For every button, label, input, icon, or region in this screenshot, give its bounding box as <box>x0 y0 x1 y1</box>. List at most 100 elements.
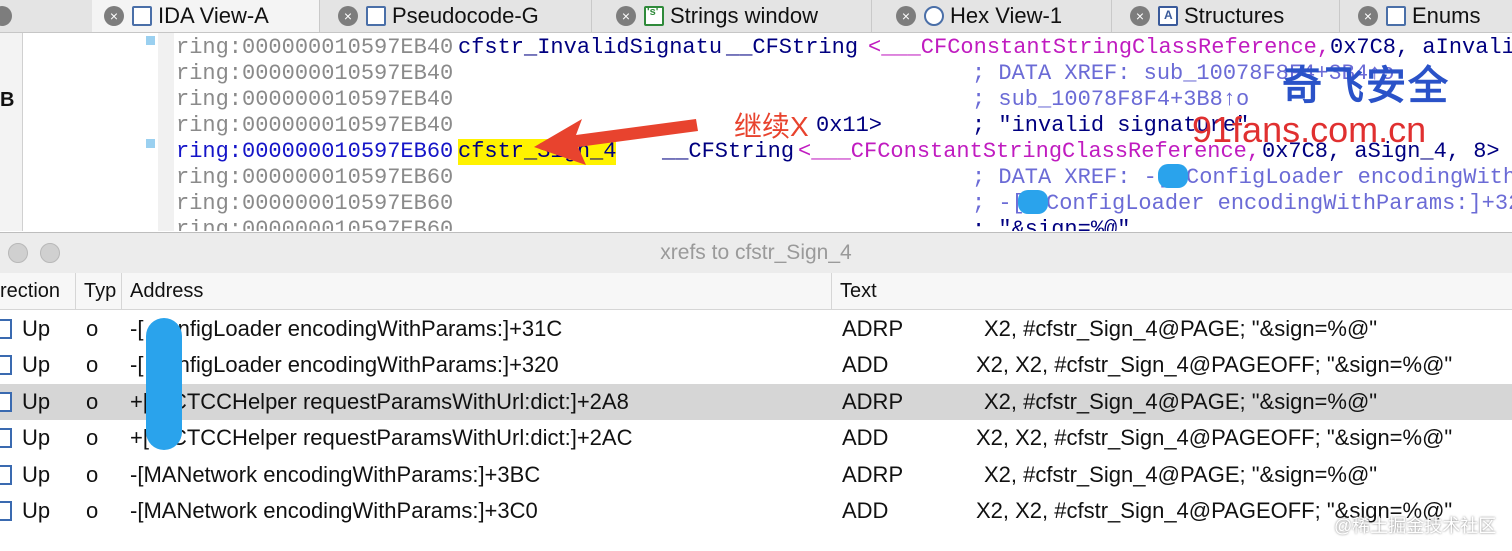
table-header: rection Typ Address Text <box>0 273 1512 310</box>
close-icon[interactable]: × <box>1130 6 1150 26</box>
xref-direction: Up <box>22 425 51 451</box>
comment: ; DATA XREF: -[ <box>972 165 1171 190</box>
redaction-mark <box>1158 164 1188 188</box>
type-name[interactable]: __CFString <box>726 35 858 61</box>
xref-direction: Up <box>22 352 51 378</box>
disasm-line[interactable]: ring:000000010597EB60 ; "&sign=%@" <box>176 217 1130 231</box>
enums-icon <box>1386 6 1406 26</box>
xref-type: o <box>86 425 99 451</box>
symbol-label[interactable]: cfstr_InvalidSignatu <box>458 35 722 61</box>
tab-pseudocode-g[interactable]: × Pseudocode-G <box>326 0 592 32</box>
address: ring:000000010597EB40 <box>176 113 454 138</box>
value: 0x11> <box>816 113 883 138</box>
xref-type: o <box>86 316 99 341</box>
class-ref[interactable]: <___CFConstantStringClassReference, <box>868 35 1330 61</box>
redaction-mark <box>1018 190 1048 214</box>
xref-direction: Up <box>22 461 51 487</box>
close-icon[interactable]: × <box>104 6 124 26</box>
breakpoint-marker[interactable] <box>146 36 155 45</box>
xref-row[interactable]: Up o -[ ConfigLoader encodingWithParams:]+… <box>0 311 1512 347</box>
xref-address: -[ ConfigLoader encodingWithParams:]+31C <box>130 316 563 341</box>
xref-row[interactable]: Up o +[ DCTCCHelper requestParamsWithUrl:d… <box>0 420 1512 456</box>
xref-row[interactable]: Up o -[MANetwork encodingWithParams:]+3C0 A… <box>0 493 1512 529</box>
tab-label: Enums <box>1412 3 1481 28</box>
gutter-text: B <box>0 89 15 111</box>
tab-label: Pseudocode-G <box>392 3 539 28</box>
column-label: Typ <box>84 280 117 302</box>
address: ring:000000010597EB60 <box>176 191 454 216</box>
xref-address: -[MANetwork encodingWithParams:]+3C0 <box>130 498 538 523</box>
comment: ; "&sign=%@" <box>972 217 1131 231</box>
tab-strings-window[interactable]: × Strings window <box>604 0 872 32</box>
strings-icon <box>644 6 664 26</box>
xref-operands: X2, #cfstr_Sign_4@PAGE; "&sign=%@" <box>984 388 1378 414</box>
comment: ConfigLoader encodingWithP <box>1186 165 1512 190</box>
xref-operands: X2, #cfstr_Sign_4@PAGE; "&sign=%@" <box>984 461 1378 487</box>
address: ring:000000010597EB40 <box>176 35 454 60</box>
xref-row[interactable]: Up o +[ DCTCCHelper requestParamsWithUrl:d… <box>0 383 1512 420</box>
left-gutter: B <box>0 33 23 231</box>
column-text[interactable]: Text <box>832 273 1512 309</box>
column-label: Address <box>130 280 204 302</box>
comment: ConfigLoader encodingWithParams:]+320 <box>1046 191 1512 216</box>
xref-icon <box>0 355 12 376</box>
xref-row[interactable]: Up o -[ ConfigLoader encodingWithParams:]+… <box>0 347 1512 383</box>
disasm-line-selected[interactable]: ring:000000010597EB60 cfstr_Sign_4 __CFS… <box>176 139 1500 165</box>
disasm-line[interactable]: ring:000000010597EB60 ; DATA XREF: -[ Co… <box>176 165 1512 191</box>
xref-type: o <box>86 388 99 414</box>
watermark-logo: 奇飞安全 <box>1282 64 1450 108</box>
address: ring:000000010597EB40 <box>176 87 454 112</box>
column-type[interactable]: Typ <box>76 273 122 309</box>
tab-label: Strings window <box>670 3 818 28</box>
xref-row[interactable]: Up o -[MANetwork encodingWithParams:]+3BC A… <box>0 457 1512 493</box>
column-address[interactable]: Address <box>122 273 832 309</box>
watermark-corner: @稀土掘金技术社区 <box>1334 516 1497 536</box>
close-icon[interactable]: × <box>616 6 636 26</box>
address: ring:000000010597EB60 <box>176 139 454 164</box>
xref-direction: Up <box>22 498 51 523</box>
close-icon[interactable]: × <box>1358 6 1378 26</box>
xref-icon <box>0 501 12 521</box>
xref-icon <box>0 319 12 339</box>
disasm-line[interactable]: ring:000000010597EB40 ; DATA XREF: sub_1… <box>176 61 1394 87</box>
xrefs-titlebar[interactable]: xrefs to cfstr_Sign_4 <box>0 232 1512 274</box>
xref-icon <box>0 391 12 412</box>
xref-icon <box>0 464 12 485</box>
close-icon[interactable]: × <box>338 6 358 26</box>
disasm-line[interactable]: ring:000000010597EB40 cfstr_InvalidSigna… <box>176 35 1512 61</box>
disasm-line[interactable]: ring:000000010597EB60 ; -[ ConfigLoader … <box>176 191 1512 217</box>
tab-structures[interactable]: × Structures <box>1118 0 1340 32</box>
tab-enums[interactable]: × Enums <box>1346 0 1512 32</box>
breakpoint-marker[interactable] <box>146 139 155 148</box>
tab-label: Hex View-1 <box>950 3 1063 28</box>
annotation-arrow <box>534 119 698 165</box>
xref-direction: Up <box>22 388 51 414</box>
xref-address: -[MANetwork encodingWithParams:]+3BC <box>130 461 541 487</box>
xref-type: o <box>86 498 99 523</box>
xref-address: -[ ConfigLoader encodingWithParams:]+320 <box>130 352 559 378</box>
tab-label: IDA View-A <box>158 3 269 28</box>
tab-bar: × IDA View-A × Pseudocode-G × Strings wi… <box>0 0 1512 33</box>
xref-opcode: ADD <box>842 352 889 378</box>
column-direction[interactable]: rection <box>0 273 76 309</box>
pseudocode-icon <box>366 6 386 26</box>
column-label: Text <box>840 280 877 302</box>
tab-hex-view-1[interactable]: × Hex View-1 <box>884 0 1112 32</box>
annotation-note: 继续X <box>734 111 809 142</box>
watermark-url: 91fans.com.cn <box>1192 109 1427 150</box>
xref-icon <box>0 428 12 449</box>
close-icon[interactable] <box>0 6 12 26</box>
tab-overflow[interactable] <box>0 0 22 32</box>
close-icon[interactable]: × <box>896 6 916 26</box>
column-label: rection <box>0 280 61 302</box>
disasm-line[interactable]: ring:000000010597EB40 0x11> ; "invalid s… <box>176 113 1249 139</box>
tab-ida-view-a[interactable]: × IDA View-A <box>92 0 320 32</box>
disassembly-view[interactable]: B ring:000000010597EB40 cfstr_InvalidSig… <box>0 33 1512 231</box>
address: ring:000000010597EB60 <box>176 165 454 190</box>
structures-icon <box>1158 6 1178 26</box>
xref-address: +[ DCTCCHelper requestParamsWithUrl:dict… <box>130 388 629 414</box>
disasm-line[interactable]: ring:000000010597EB40 ; sub_10078F8F4+3B… <box>176 87 1249 113</box>
hex-view-icon <box>924 6 944 26</box>
class-ref[interactable]: <___CFConstantStringClassReference, <box>798 139 1260 165</box>
tab-label: Structures <box>1184 3 1285 28</box>
